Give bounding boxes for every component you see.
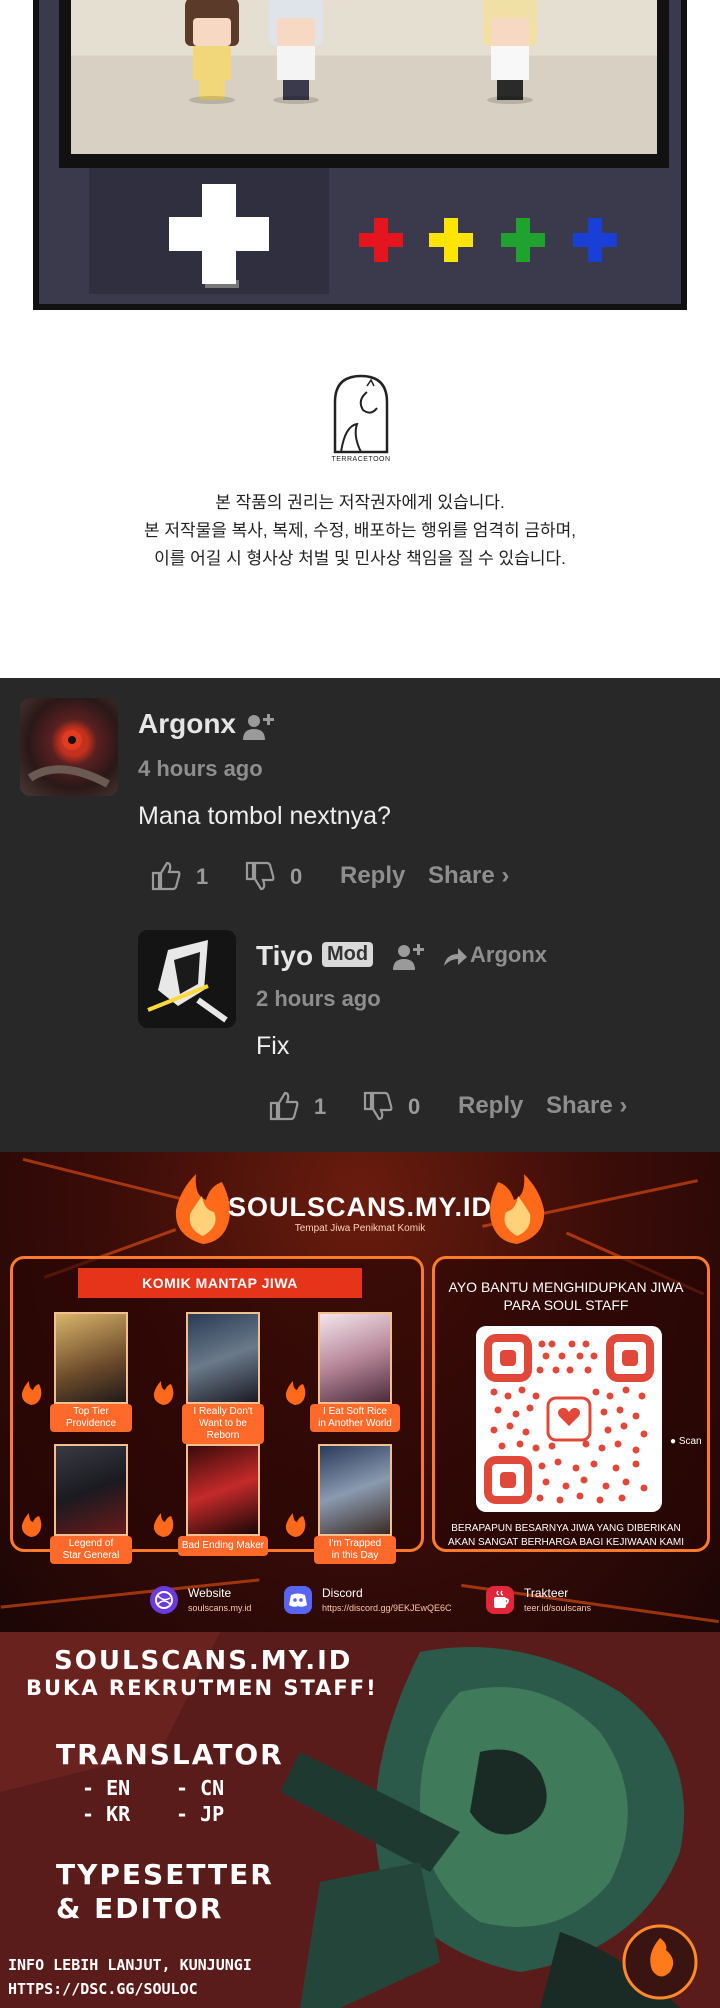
role-editor: & EDITOR: [56, 1892, 224, 1925]
follow-user-icon[interactable]: [392, 942, 424, 972]
share-button[interactable]: Share ›: [428, 862, 509, 890]
discord-invite-link[interactable]: HTTPS://DSC.GG/SOULOC: [8, 1980, 198, 1998]
flame-icon: [21, 1513, 42, 1537]
comment-username[interactable]: Tiyo: [256, 940, 313, 972]
game-console-illustration: [0, 0, 720, 330]
site-tagline: Tempat Jiwa Penikmat Komik: [294, 1223, 426, 1234]
flame-icon: [21, 1381, 42, 1405]
pixel-character-girl: [177, 0, 247, 104]
soulscans-promo: SOULSCANS.MY.ID Tempat Jiwa Penikmat Kom…: [0, 1152, 720, 1632]
green-button-icon: [501, 218, 545, 262]
site-title[interactable]: SOULSCANS.MY.ID: [0, 1192, 720, 1223]
console-body: [33, 0, 687, 310]
copyright-line-3: 이를 어길 시 형사상 처벌 및 민사상 책임을 질 수 있습니다.: [154, 549, 566, 568]
avatar[interactable]: [20, 698, 118, 796]
like-count: 1: [314, 1094, 327, 1119]
reply-to-user-link[interactable]: Argonx: [470, 942, 547, 968]
comment-username[interactable]: Argonx: [138, 708, 236, 740]
pixel-character-blonde: [475, 0, 545, 104]
komik-header: KOMIK MANTAP JIWA: [78, 1268, 362, 1298]
comic-title[interactable]: Top Tier Providence: [50, 1404, 132, 1432]
thumbs-up-icon[interactable]: [150, 860, 182, 892]
support-title: AYO BANTU MENGHIDUPKAN JIWA PARA SOUL STA…: [448, 1279, 684, 1313]
logo-text: TERRACETOON: [331, 456, 391, 463]
thumbs-down-icon[interactable]: [244, 860, 276, 892]
terracetoon-logo: TERRACETOON: [327, 372, 395, 472]
comic-title[interactable]: I Really Don't Want to be Reborn: [182, 1404, 264, 1444]
comic-title[interactable]: I'm Trapped in this Day: [314, 1536, 396, 1564]
role-translator: TRANSLATOR: [56, 1738, 284, 1771]
discord-link-title[interactable]: Discord: [322, 1586, 363, 1600]
discord-link-url[interactable]: https://discord.gg/9EKJEwQE6C: [322, 1603, 452, 1613]
dislike-count: 0: [408, 1094, 421, 1119]
lang-jp: - JP: [176, 1802, 225, 1826]
reply-button[interactable]: Reply: [458, 1092, 523, 1120]
comic-title[interactable]: Legend of Star General: [50, 1536, 132, 1564]
comments-section: Argonx 4 hours ago Mana tombol nextnya? …: [0, 678, 720, 1152]
share-button[interactable]: Share ›: [546, 1092, 627, 1120]
comic-title[interactable]: I Eat Soft Rice in Another World: [310, 1404, 400, 1432]
recruit-headline: BUKA REKRUTMEN STAFF!: [26, 1676, 378, 1700]
pixel-character-silver-hair: [261, 0, 331, 104]
scan-label: ● Scan: [670, 1436, 702, 1447]
follow-user-icon[interactable]: [242, 712, 274, 742]
comic-cover-legend-of-star-general[interactable]: [54, 1444, 128, 1536]
website-icon[interactable]: [150, 1586, 178, 1614]
comic-cover-i-eat-soft-rice[interactable]: [318, 1312, 392, 1404]
avatar[interactable]: [138, 930, 236, 1028]
trakteer-link-url[interactable]: teer.id/soulscans: [524, 1603, 591, 1613]
like-count: 1: [196, 864, 209, 889]
trakteer-icon[interactable]: [486, 1586, 514, 1614]
recruit-site: SOULSCANS.MY.ID: [54, 1646, 353, 1676]
reply-arrow-icon: [444, 948, 467, 966]
comic-cover-i-really-dont-want-to-be-reborn[interactable]: [186, 1312, 260, 1404]
website-link-title[interactable]: Website: [188, 1586, 231, 1600]
thumbs-down-icon[interactable]: [362, 1090, 394, 1122]
copyright-notice: TERRACETOON 본 작품의 권리는 저작권자에게 있습니다. 본 저작물…: [0, 330, 720, 678]
red-button-icon: [359, 218, 403, 262]
screen-scene: [71, 0, 657, 154]
yellow-button-icon: [429, 218, 473, 262]
support-footnote: BERAPAPUN BESARNYA JIWA YANG DIBERIKAN AK…: [448, 1523, 684, 1548]
comic-title[interactable]: Bad Ending Maker: [178, 1536, 268, 1556]
comment-timestamp: 2 hours ago: [256, 986, 381, 1011]
website-link-url[interactable]: soulscans.my.id: [188, 1603, 251, 1613]
flame-icon: [285, 1513, 306, 1537]
thumbs-up-icon[interactable]: [268, 1090, 300, 1122]
reply-button[interactable]: Reply: [340, 862, 405, 890]
trakteer-link-title[interactable]: Trakteer: [524, 1586, 568, 1600]
role-typesetter: TYPESETTER: [56, 1858, 274, 1891]
comic-cover-bad-ending-maker[interactable]: [186, 1444, 260, 1536]
discord-icon[interactable]: [284, 1586, 312, 1614]
lang-kr: - KR: [82, 1802, 131, 1826]
console-controls: [39, 168, 681, 304]
dislike-count: 0: [290, 864, 303, 889]
mod-badge: Mod: [322, 942, 374, 967]
lang-cn: - CN: [176, 1776, 225, 1800]
flame-icon: [153, 1381, 174, 1405]
comic-cover-top-tier-providence[interactable]: [54, 1312, 128, 1404]
comment-text: Mana tombol nextnya?: [138, 802, 391, 830]
console-screen: [59, 0, 669, 168]
dpad-icon: [169, 184, 269, 288]
qr-code[interactable]: [476, 1326, 662, 1512]
flame-icon: [285, 1381, 306, 1405]
blue-button-icon: [573, 218, 617, 262]
recruitment-banner: SOULSCANS.MY.ID BUKA REKRUTMEN STAFF! TR…: [0, 1632, 720, 2008]
comic-cover-im-trapped-in-this-day[interactable]: [318, 1444, 392, 1536]
copyright-line-1: 본 작품의 권리는 저작권자에게 있습니다.: [215, 493, 505, 512]
flame-icon: [153, 1513, 174, 1537]
copyright-line-2: 본 저작물을 복사, 복제, 수정, 배포하는 행위를 엄격히 금하며,: [143, 521, 577, 540]
comment-text: Fix: [256, 1032, 290, 1060]
info-text: INFO LEBIH LANJUT, KUNJUNGI: [8, 1956, 252, 1974]
comment-timestamp: 4 hours ago: [138, 756, 263, 781]
lang-en: - EN: [82, 1776, 131, 1800]
